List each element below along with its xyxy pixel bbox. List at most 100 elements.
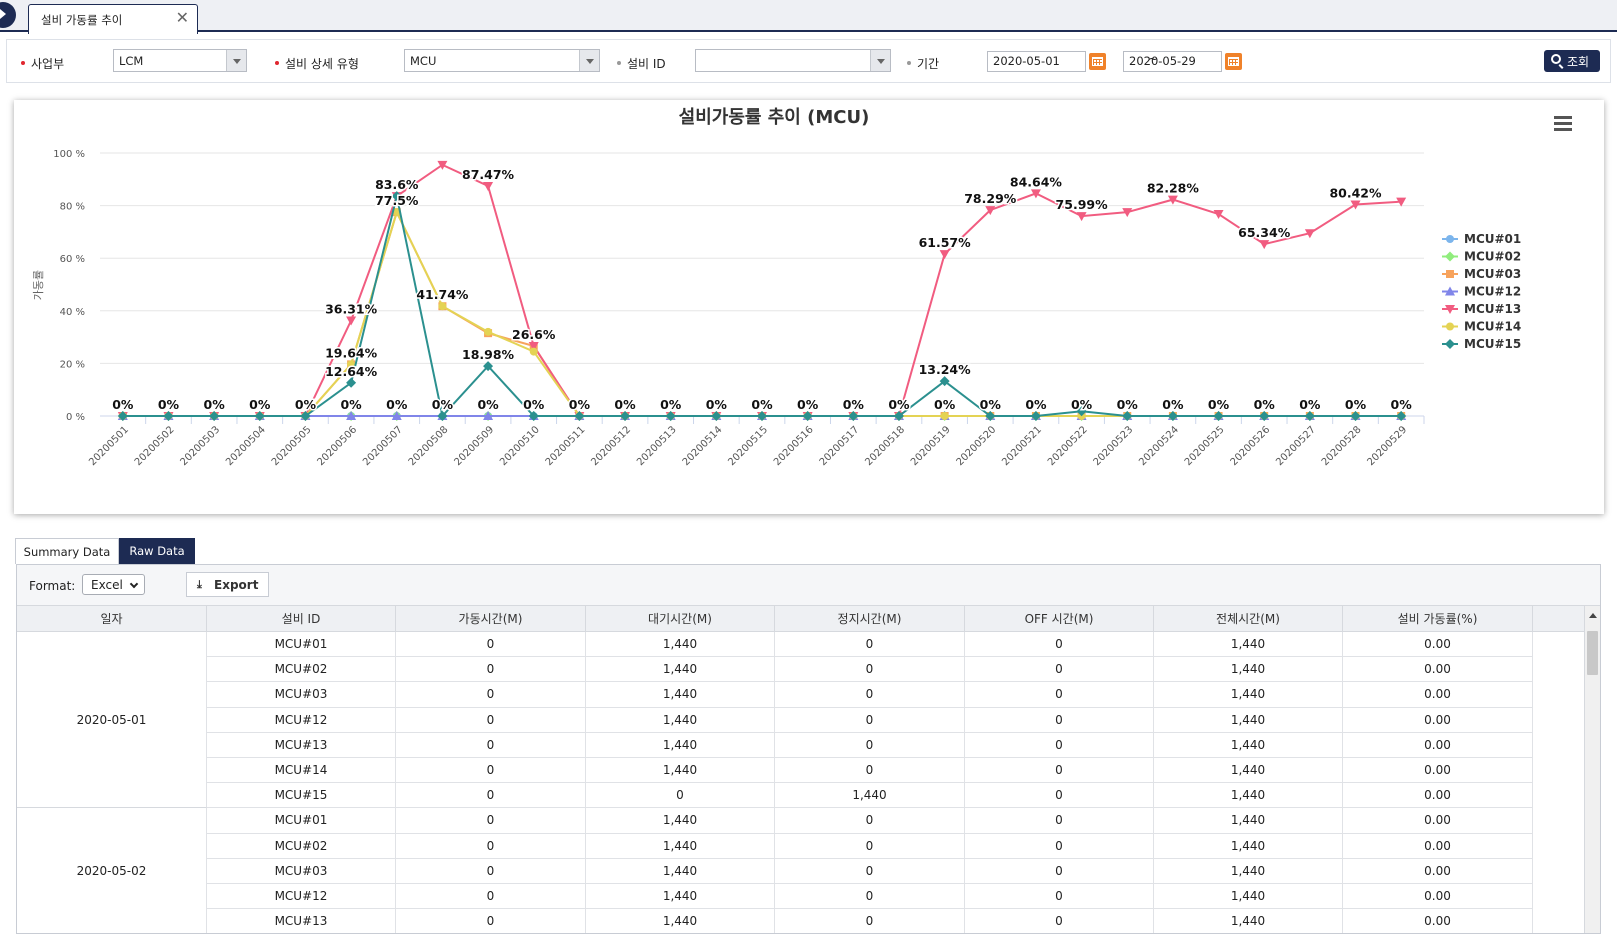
search-icon [1551, 54, 1561, 64]
search-button[interactable]: 조회 [1544, 50, 1600, 72]
x-tick-label: 20200523 [1092, 424, 1136, 468]
series-mcu14 [118, 208, 1406, 420]
column-header[interactable]: 정지시간(M) [775, 606, 965, 632]
tab-bar: 설비 가동률 추이 ✕ [0, 0, 1617, 34]
table-cell: 1,440 [775, 783, 965, 809]
date-from-input[interactable]: 2020-05-01 [987, 51, 1086, 72]
table-cell: 1,440 [1154, 783, 1343, 809]
table-cell: 1,440 [1154, 909, 1343, 933]
data-point [1446, 235, 1454, 243]
date-to-input[interactable]: 2020-05-29 [1123, 51, 1222, 72]
required-dot-icon [275, 60, 279, 65]
legend-item[interactable]: MCU#14 [1442, 320, 1521, 334]
legend-item[interactable]: MCU#01 [1442, 232, 1521, 246]
data-label: 0% [934, 397, 956, 412]
tab-summary-data[interactable]: Summary Data [15, 538, 119, 564]
x-tick-label: 20200515 [726, 424, 770, 468]
tab-label: 설비 가동률 추이 [41, 13, 123, 27]
data-point [1445, 339, 1455, 349]
data-label: 87.47% [462, 167, 515, 182]
optional-dot-icon [907, 60, 911, 65]
data-label: 83.6% [375, 177, 419, 192]
scroll-up-icon[interactable] [1589, 613, 1597, 618]
column-header[interactable]: 일자 [17, 606, 207, 632]
scroll-thumb[interactable] [1587, 631, 1598, 675]
table-cell: 0 [396, 707, 586, 733]
legend-item[interactable]: MCU#12 [1442, 285, 1521, 299]
download-icon: ⤓ [197, 578, 202, 591]
equip-id-label: 설비 ID [617, 55, 666, 72]
table-cell: 0 [965, 707, 1154, 733]
x-tick-label: 20200529 [1366, 424, 1410, 468]
equip-id-select[interactable] [695, 49, 891, 72]
legend-item[interactable]: MCU#15 [1442, 337, 1521, 351]
data-point [483, 181, 494, 191]
tab-equipment-utilization[interactable]: 설비 가동률 추이 ✕ [28, 4, 198, 34]
type-select[interactable]: MCU [404, 49, 600, 72]
table-cell: 1,440 [1154, 808, 1343, 834]
legend-item[interactable]: MCU#02 [1442, 250, 1521, 264]
table-cell: 0 [775, 758, 965, 784]
data-label: 0% [614, 397, 636, 412]
column-header[interactable]: 설비 ID [207, 606, 396, 632]
legend-item[interactable]: MCU#13 [1442, 302, 1521, 316]
table-cell: 1,440 [586, 657, 775, 683]
table-cell: 0 [586, 783, 775, 809]
data-label: 0% [523, 397, 545, 412]
vertical-scrollbar[interactable] [1584, 606, 1600, 933]
x-tick-label: 20200507 [361, 424, 405, 468]
x-tick-label: 20200512 [589, 424, 633, 468]
hamburger-menu-icon[interactable] [1554, 116, 1572, 132]
chevron-down-icon[interactable] [870, 50, 890, 71]
chevron-down-icon[interactable] [226, 50, 246, 71]
column-header[interactable]: 가동시간(M) [396, 606, 586, 632]
data-label: 0% [569, 397, 591, 412]
table-cell: 1,440 [1154, 884, 1343, 910]
format-select[interactable]: Excel [82, 574, 145, 595]
data-label: 82.28% [1147, 181, 1200, 196]
table-cell: 0.00 [1343, 732, 1533, 758]
calendar-icon[interactable] [1089, 53, 1106, 70]
table-cell: 0 [396, 884, 586, 910]
table-cell: 0 [965, 858, 1154, 884]
table-cell: 1,440 [1154, 682, 1343, 708]
series-line [122, 209, 1402, 417]
column-header[interactable]: 대기시간(M) [586, 606, 775, 632]
table-cell: 0 [965, 682, 1154, 708]
legend-item[interactable]: MCU#03 [1442, 267, 1521, 281]
data-point [1446, 270, 1454, 278]
y-axis-label: 가동률 [32, 270, 45, 300]
data-point [940, 412, 949, 420]
export-button[interactable]: ⤓ Export [186, 572, 269, 597]
table-cell: 0.00 [1343, 808, 1533, 834]
table-cell: 1,440 [586, 707, 775, 733]
nav-toggle-icon[interactable] [0, 2, 16, 28]
table-cell: 0 [396, 632, 586, 658]
chevron-down-icon[interactable] [579, 50, 599, 71]
table-cell: 0.00 [1343, 758, 1533, 784]
data-label: 0% [1254, 397, 1276, 412]
chevron-down-icon [129, 579, 139, 589]
equip-id-cell: MCU#02 [207, 657, 396, 683]
business-label: 사업부 [21, 55, 64, 72]
data-label: 26.6% [512, 327, 556, 342]
date-cell: 2020-05-02 [17, 808, 207, 933]
legend-label: MCU#15 [1464, 337, 1521, 351]
table-cell: 1,440 [586, 632, 775, 658]
equip-id-cell: MCU#12 [207, 884, 396, 910]
data-label: 0% [477, 397, 499, 412]
column-header[interactable]: 설비 가동률(%) [1343, 606, 1533, 632]
x-tick-label: 20200508 [407, 424, 451, 468]
business-select[interactable]: LCM [113, 49, 247, 72]
x-tick-label: 20200528 [1320, 424, 1364, 468]
table-cell: 0 [396, 783, 586, 809]
close-icon[interactable]: ✕ [176, 8, 189, 27]
table-cell: 0 [396, 909, 586, 933]
series-line [122, 209, 1402, 417]
chart-panel: 설비가동률 추이 (MCU) 0 % 20 % 40 % 60 % 80 % 100 % 가동… [14, 100, 1604, 514]
chart-title: 설비가동률 추이 (MCU) [679, 107, 870, 128]
column-header[interactable]: OFF 시간(M) [965, 606, 1154, 632]
calendar-icon[interactable] [1225, 53, 1242, 70]
column-header[interactable]: 전체시간(M) [1154, 606, 1343, 632]
tab-raw-data[interactable]: Raw Data [119, 538, 195, 564]
